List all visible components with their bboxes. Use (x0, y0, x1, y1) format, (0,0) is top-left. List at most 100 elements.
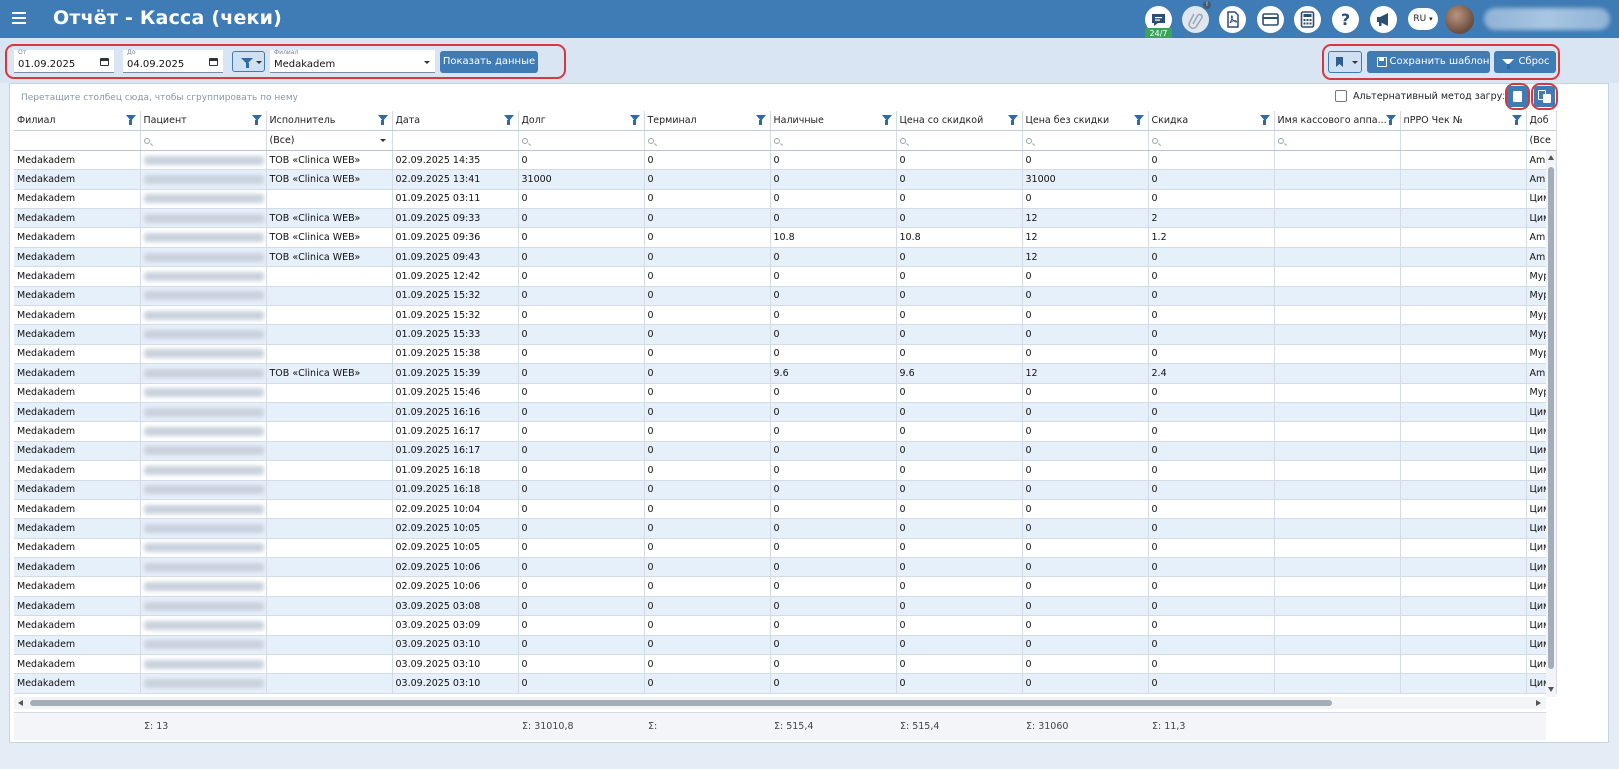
calculator-icon[interactable] (1294, 6, 1321, 33)
reset-button[interactable]: Сброс (1494, 51, 1556, 73)
filter-menu-button[interactable] (232, 51, 265, 72)
column-filter-icon[interactable] (881, 115, 892, 125)
patient-cell-redacted (140, 227, 267, 248)
language-selector[interactable]: RU ▾ (1408, 8, 1438, 30)
column-filter-icon[interactable] (125, 115, 136, 125)
branch-select[interactable]: Филиал Medakadem (270, 49, 435, 73)
filter-cell-price-full[interactable] (1022, 130, 1149, 151)
table-row[interactable]: Medakadem ТОВ «Clinica WEB» 02.09.2025 14:… (14, 150, 1557, 171)
filter-cell-price-discount[interactable] (896, 130, 1023, 151)
column-filter-icon[interactable] (629, 115, 640, 125)
filter-cell-patient[interactable] (140, 130, 267, 151)
export-excel-button[interactable] (1507, 86, 1528, 107)
table-row[interactable]: Medakadem 02.09.2025 10:05 0 0 0 0 0 0 Цим (14, 518, 1557, 539)
user-name-blurred[interactable] (1484, 8, 1610, 30)
column-header[interactable]: Терминал (644, 111, 771, 131)
export-selected-button[interactable] (1534, 86, 1555, 107)
column-header[interactable]: Наличные (770, 111, 897, 131)
table-row[interactable]: Medakadem 01.09.2025 16:18 0 0 0 0 0 0 Цим (14, 480, 1557, 500)
table-row[interactable]: Medakadem ТОВ «Clinica WEB» 01.09.2025 09:… (14, 227, 1557, 248)
table-row[interactable]: Medakadem 01.09.2025 16:18 0 0 0 0 0 0 Цим (14, 460, 1557, 481)
column-header[interactable]: Цена со скидкой (896, 111, 1023, 131)
column-filter-icon[interactable] (1259, 115, 1270, 125)
calendar-icon[interactable] (209, 58, 218, 66)
show-data-button[interactable]: Показать данные (440, 51, 538, 73)
column-filter-icon[interactable] (377, 115, 388, 125)
attachment-icon[interactable] (1182, 6, 1209, 33)
bookmark-menu-button[interactable] (1328, 51, 1362, 73)
table-row[interactable]: Medakadem 01.09.2025 15:33 0 0 0 0 0 0 Мур (14, 324, 1557, 345)
avatar[interactable] (1445, 5, 1474, 34)
megaphone-icon[interactable] (1370, 6, 1397, 33)
column-filter-icon[interactable] (1385, 115, 1396, 125)
column-header[interactable]: Цена без скидки (1022, 111, 1149, 131)
filter-cell-branch[interactable] (14, 130, 141, 151)
table-row[interactable]: Medakadem 01.09.2025 12:42 0 0 0 0 0 0 Мур (14, 266, 1557, 287)
scroll-left-icon[interactable] (18, 700, 23, 706)
table-row[interactable]: Medakadem ТОВ «Clinica WEB» 01.09.2025 09:… (14, 247, 1557, 268)
table-cell: 01.09.2025 15:46 (392, 383, 519, 403)
column-header[interactable]: Исполнитель (266, 111, 393, 131)
vertical-scrollbar[interactable] (1546, 151, 1556, 697)
scroll-right-icon[interactable] (1536, 700, 1541, 706)
card-icon[interactable] (1257, 6, 1284, 33)
table-row[interactable]: Medakadem ТОВ «Clinica WEB» 01.09.2025 15:… (14, 363, 1557, 384)
table-row[interactable]: Medakadem 02.09.2025 10:06 0 0 0 0 0 0 Цим (14, 557, 1557, 578)
column-header[interactable]: Пациент (140, 111, 267, 131)
table-row[interactable]: Medakadem 03.09.2025 03:10 0 0 0 0 0 0 Цим (14, 673, 1557, 694)
column-filter-icon[interactable] (1133, 115, 1144, 125)
table-row[interactable]: Medakadem 01.09.2025 15:46 0 0 0 0 0 0 Мур (14, 383, 1557, 403)
table-row[interactable]: Medakadem 03.09.2025 03:08 0 0 0 0 0 0 Цим (14, 596, 1557, 617)
vertical-scroll-thumb[interactable] (1548, 167, 1554, 669)
column-filter-icon[interactable] (1007, 115, 1018, 125)
alt-method-checkbox[interactable] (1335, 90, 1347, 102)
table-row[interactable]: Medakadem 01.09.2025 15:32 0 0 0 0 0 0 Мур (14, 305, 1557, 326)
table-row[interactable]: Medakadem 01.09.2025 03:11 0 0 0 0 0 0 Цим (14, 189, 1557, 210)
horizontal-scroll-thumb[interactable] (30, 700, 1332, 706)
filter-cell-last[interactable]: (Все (1526, 130, 1557, 151)
table-row[interactable]: Medakadem ТОВ «Clinica WEB» 02.09.2025 13:… (14, 169, 1557, 190)
horizontal-scrollbar[interactable] (14, 697, 1546, 709)
table-row[interactable]: Medakadem 01.09.2025 15:32 0 0 0 0 0 0 Мур (14, 286, 1557, 307)
filter-cell-debt[interactable] (518, 130, 645, 151)
table-row[interactable]: Medakadem 03.09.2025 03:09 0 0 0 0 0 0 Цим (14, 615, 1557, 636)
calendar-icon[interactable] (100, 58, 109, 66)
save-template-button[interactable]: Сохранить шаблон (1367, 51, 1490, 73)
table-row[interactable]: Medakadem 02.09.2025 10:04 0 0 0 0 0 0 Цим (14, 499, 1557, 520)
column-header[interactable]: пРРО Чек № (1400, 111, 1527, 131)
table-row[interactable]: Medakadem 01.09.2025 16:17 0 0 0 0 0 0 Цим (14, 441, 1557, 462)
table-row[interactable]: Medakadem 03.09.2025 03:10 0 0 0 0 0 0 Цим (14, 635, 1557, 656)
filter-cell-executor[interactable]: (Все) (266, 130, 393, 151)
pdf-icon[interactable] (1219, 6, 1246, 33)
column-header[interactable]: Дата (392, 111, 519, 131)
table-row[interactable]: Medakadem ТОВ «Clinica WEB» 01.09.2025 09:… (14, 208, 1557, 229)
menu-icon[interactable] (12, 9, 26, 27)
filter-cell-discount[interactable] (1148, 130, 1275, 151)
column-header[interactable]: Имя кассового аппа... (1274, 111, 1401, 131)
scroll-down-icon[interactable] (1548, 687, 1554, 692)
column-filter-icon[interactable] (251, 115, 262, 125)
filter-cell-terminal[interactable] (644, 130, 771, 151)
patient-cell-redacted (140, 169, 267, 190)
table-row[interactable]: Medakadem 01.09.2025 15:38 0 0 0 0 0 0 Мур (14, 344, 1557, 365)
filter-cell-register-name[interactable] (1274, 130, 1401, 151)
scroll-up-icon[interactable] (1548, 155, 1554, 160)
column-header[interactable]: Доб (1526, 111, 1557, 131)
date-from-field[interactable]: От 01.09.2025 (14, 49, 114, 73)
column-filter-icon[interactable] (503, 115, 514, 125)
table-row[interactable]: Medakadem 01.09.2025 16:16 0 0 0 0 0 0 Цим (14, 402, 1557, 423)
filter-cell-prro[interactable] (1400, 130, 1527, 151)
column-filter-icon[interactable] (1511, 115, 1522, 125)
column-header[interactable]: Долг (518, 111, 645, 131)
column-header[interactable]: Скидка (1148, 111, 1275, 131)
table-row[interactable]: Medakadem 02.09.2025 10:06 0 0 0 0 0 0 Цим (14, 576, 1557, 597)
date-to-field[interactable]: До 04.09.2025 (123, 49, 223, 73)
filter-cell-cash[interactable] (770, 130, 897, 151)
filter-cell-date[interactable] (392, 130, 519, 151)
table-row[interactable]: Medakadem 02.09.2025 10:05 0 0 0 0 0 0 Цим (14, 538, 1557, 559)
table-row[interactable]: Medakadem 03.09.2025 03:10 0 0 0 0 0 0 Цим (14, 654, 1557, 675)
help-icon[interactable]: ? (1332, 6, 1359, 33)
column-filter-icon[interactable] (755, 115, 766, 125)
column-header[interactable]: Филиал (14, 111, 141, 131)
table-row[interactable]: Medakadem 01.09.2025 16:17 0 0 0 0 0 0 Цим (14, 421, 1557, 442)
